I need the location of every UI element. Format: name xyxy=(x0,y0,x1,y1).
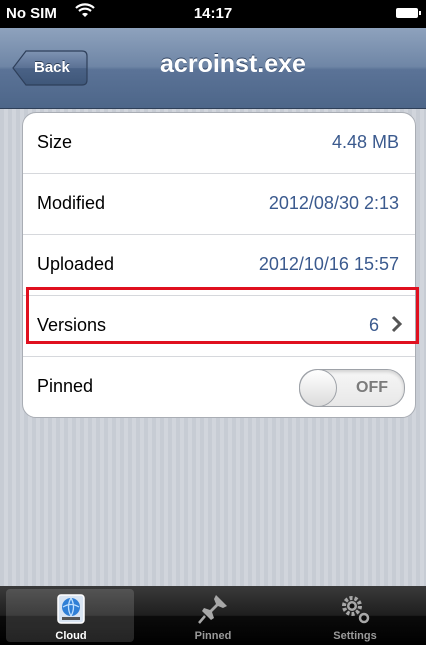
pinned-toggle[interactable]: OFF xyxy=(299,369,405,407)
size-label: Size xyxy=(37,132,73,152)
size-value: 4.48 MB xyxy=(331,132,399,152)
modified-value: 2012/08/30 2:13 xyxy=(268,193,399,213)
tab-settings-label: Settings xyxy=(333,630,377,642)
cloud-drive-icon xyxy=(57,594,85,624)
battery-icon xyxy=(396,8,421,18)
gears-icon xyxy=(342,596,370,624)
uploaded-label: Uploaded xyxy=(37,254,115,274)
versions-highlight-box xyxy=(26,287,419,344)
page-title: acroinst.exe xyxy=(160,50,306,78)
toggle-state-label: OFF xyxy=(356,379,388,396)
pinned-label: Pinned xyxy=(37,376,94,396)
tab-settings[interactable]: Settings xyxy=(284,586,426,645)
screen: No SIM 14:17 Back acroinst.exe Size 4.48… xyxy=(0,0,426,645)
size-row: Size 4.48 MB xyxy=(23,113,415,174)
tab-pinned-label: Pinned xyxy=(194,630,232,642)
pinned-row: Pinned OFF xyxy=(23,357,415,417)
uploaded-value: 2012/10/16 15:57 xyxy=(258,254,399,274)
modified-label: Modified xyxy=(37,193,106,213)
pushpin-icon xyxy=(198,595,227,624)
back-button-label: Back xyxy=(34,59,70,76)
tab-cloud-label: Cloud xyxy=(55,630,87,642)
modified-row: Modified 2012/08/30 2:13 xyxy=(23,174,415,235)
tab-bar: Cloud Pinned Settings xyxy=(0,586,426,645)
toggle-knob xyxy=(299,369,337,407)
back-button[interactable]: Back xyxy=(12,50,88,86)
status-bar: No SIM 14:17 xyxy=(0,0,426,28)
tab-pinned[interactable]: Pinned xyxy=(142,586,284,645)
file-details-table: Size 4.48 MB Modified 2012/08/30 2:13 Up… xyxy=(22,112,416,418)
navigation-bar: Back acroinst.exe xyxy=(0,28,426,109)
tab-cloud[interactable]: Cloud xyxy=(0,586,142,645)
clock: 14:17 xyxy=(193,5,233,22)
